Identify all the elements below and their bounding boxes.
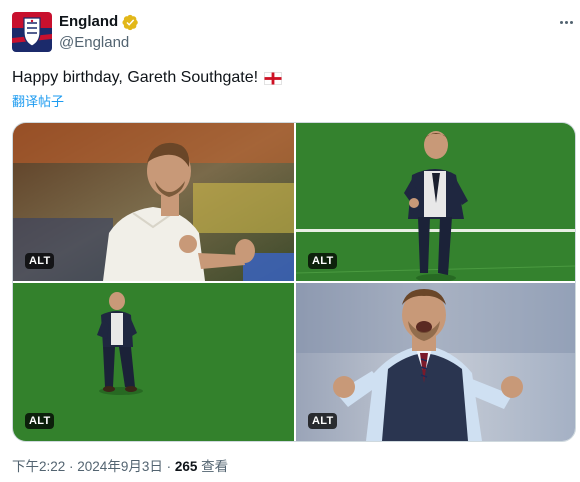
meta-separator: · bbox=[65, 459, 78, 474]
alt-text-badge[interactable]: ALT bbox=[25, 253, 55, 269]
photo-2[interactable]: ALT bbox=[296, 123, 575, 281]
views-label: 查看 bbox=[197, 459, 229, 474]
meta-separator: · bbox=[162, 459, 175, 474]
avatar[interactable] bbox=[12, 12, 52, 52]
verified-badge-icon[interactable] bbox=[122, 14, 139, 31]
photo-4-image bbox=[296, 283, 575, 441]
alt-text-badge[interactable]: ALT bbox=[25, 413, 55, 429]
more-options-button[interactable] bbox=[556, 14, 576, 30]
tweet-text-content: Happy birthday, Gareth Southgate! bbox=[12, 69, 259, 86]
photo-3[interactable]: ALT bbox=[13, 283, 294, 441]
tweet-meta: 下午2:22 · 2024年9月3日 · 265 查看 bbox=[12, 459, 228, 475]
more-dot-icon bbox=[559, 20, 563, 24]
media-grid: ALT ALT ALT ALT bbox=[12, 122, 576, 442]
photo-3-image bbox=[13, 283, 294, 441]
photo-1[interactable]: ALT bbox=[13, 123, 294, 281]
author-handle[interactable]: @England bbox=[59, 34, 129, 52]
alt-text-badge[interactable]: ALT bbox=[308, 253, 338, 269]
author-display-name[interactable]: England bbox=[59, 13, 118, 31]
england-flag-icon bbox=[264, 71, 282, 85]
views-count: 265 bbox=[174, 459, 198, 474]
more-dot-icon bbox=[569, 20, 573, 24]
photo-2-image bbox=[296, 123, 575, 281]
england-crest-icon bbox=[12, 12, 52, 52]
photo-4[interactable]: ALT bbox=[296, 283, 575, 441]
alt-text-badge[interactable]: ALT bbox=[308, 413, 338, 429]
more-dot-icon bbox=[564, 20, 568, 24]
photo-1-image bbox=[13, 123, 294, 281]
tweet-date[interactable]: 2024年9月3日 bbox=[77, 459, 163, 474]
tweet-text: Happy birthday, Gareth Southgate! bbox=[12, 68, 282, 88]
author-name-row: England bbox=[59, 13, 139, 31]
tweet-time[interactable]: 下午2:22 bbox=[12, 459, 65, 474]
translate-post-link[interactable]: 翻译帖子 bbox=[12, 94, 64, 110]
